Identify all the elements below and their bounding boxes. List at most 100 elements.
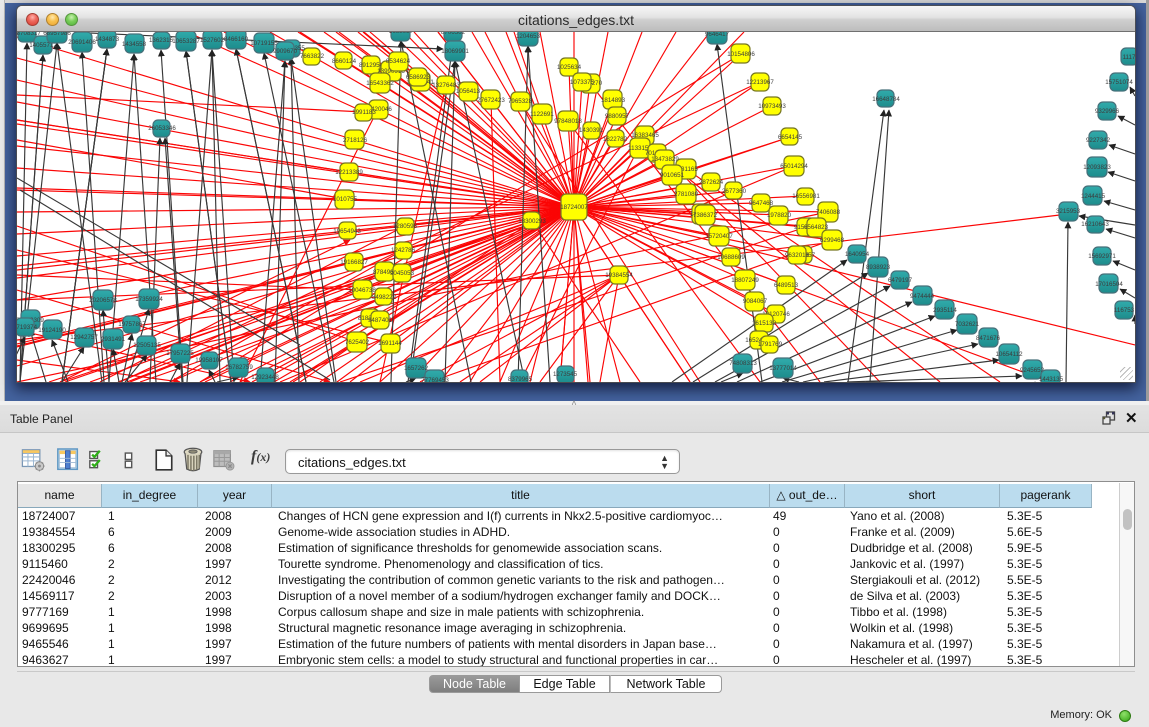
- svg-text:1978820: 1978820: [767, 212, 792, 219]
- svg-text:6299468: 6299468: [820, 237, 845, 244]
- svg-text:6654145: 6654145: [778, 134, 803, 141]
- svg-text:1443135: 1443135: [1039, 376, 1064, 382]
- svg-text:2931491: 2931491: [101, 336, 126, 343]
- svg-text:1814893: 1814893: [601, 97, 626, 104]
- svg-text:1073375: 1073375: [570, 79, 595, 86]
- svg-text:8938923: 8938923: [866, 264, 891, 271]
- svg-text:65014294: 65014294: [780, 163, 808, 170]
- svg-text:1657262: 1657262: [404, 365, 429, 372]
- svg-text:1434558: 1434558: [122, 41, 147, 48]
- svg-text:10654112: 10654112: [995, 351, 1023, 358]
- svg-text:26053346: 26053346: [148, 125, 176, 132]
- svg-text:1691144: 1691144: [378, 340, 402, 347]
- svg-text:1273545: 1273545: [553, 371, 578, 378]
- svg-text:7965328: 7965328: [508, 98, 533, 105]
- svg-text:1117: 1117: [1123, 54, 1135, 61]
- svg-text:12942757: 12942757: [70, 334, 98, 341]
- svg-text:2718126: 2718126: [343, 137, 368, 144]
- svg-text:17359924: 17359924: [135, 296, 163, 303]
- svg-text:9474444: 9474444: [910, 293, 935, 300]
- svg-text:8498222: 8498222: [372, 294, 397, 301]
- svg-text:27672423: 27672423: [477, 97, 505, 104]
- svg-text:18300293: 18300293: [518, 218, 546, 225]
- svg-text:13473829: 13473829: [651, 156, 679, 163]
- svg-text:9084067: 9084067: [743, 298, 768, 305]
- svg-text:9880957: 9880957: [605, 113, 630, 120]
- svg-text:7032621: 7032621: [955, 321, 980, 328]
- svg-text:10973493: 10973493: [758, 103, 786, 110]
- svg-text:9632016: 9632016: [785, 252, 810, 259]
- svg-text:8660124: 8660124: [332, 58, 357, 65]
- svg-text:15751074: 15751074: [1105, 79, 1133, 86]
- svg-text:16556981: 16556981: [792, 193, 820, 200]
- svg-text:19654943: 19654943: [333, 228, 361, 235]
- svg-text:1362316: 1362316: [149, 37, 174, 44]
- svg-text:19124190: 19124190: [38, 327, 66, 334]
- svg-text:8379965: 8379965: [508, 376, 533, 382]
- svg-text:9487401: 9487401: [368, 317, 393, 324]
- svg-text:10653287: 10653287: [172, 38, 200, 45]
- svg-text:1527602: 1527602: [200, 37, 225, 44]
- svg-text:9045053: 9045053: [390, 270, 415, 277]
- svg-text:18069901: 18069901: [441, 48, 469, 55]
- svg-text:18724007: 18724007: [560, 204, 588, 211]
- svg-text:3215953: 3215953: [1056, 208, 1081, 215]
- svg-text:8471676: 8471676: [976, 335, 1001, 342]
- svg-text:7625402: 7625402: [345, 339, 370, 346]
- svg-text:2872624: 2872624: [699, 179, 724, 186]
- svg-text:7663822: 7663822: [300, 53, 325, 60]
- svg-text:74808313: 74808313: [729, 360, 757, 367]
- svg-text:1280598: 1280598: [393, 223, 418, 230]
- svg-text:1242786: 1242786: [391, 247, 416, 254]
- svg-text:18807249: 18807249: [731, 277, 759, 284]
- svg-text:10154806: 10154806: [727, 51, 755, 58]
- svg-text:1025634: 1025634: [557, 64, 582, 71]
- svg-text:2781080: 2781080: [674, 191, 699, 198]
- svg-text:9646417: 9646417: [705, 32, 730, 38]
- svg-text:10719155: 10719155: [250, 40, 278, 47]
- svg-text:9227342: 9227342: [1086, 137, 1111, 144]
- svg-text:17016504: 17016504: [1095, 281, 1123, 288]
- svg-text:17957225: 17957225: [166, 350, 194, 357]
- svg-text:13777014: 13777014: [769, 365, 797, 372]
- svg-text:12213967: 12213967: [746, 79, 774, 86]
- svg-text:8706562: 8706562: [441, 32, 466, 36]
- svg-text:2719374: 2719374: [17, 324, 38, 331]
- svg-text:16648784: 16648784: [872, 96, 900, 103]
- svg-text:6489513: 6489513: [774, 282, 799, 289]
- svg-text:77769453: 77769453: [421, 377, 449, 382]
- svg-text:1640954: 1640954: [845, 251, 870, 258]
- svg-text:9329966: 9329966: [1095, 108, 1120, 115]
- svg-text:9010651: 9010651: [660, 172, 685, 179]
- svg-text:1204653: 1204653: [516, 33, 541, 40]
- svg-text:9647468: 9647468: [749, 200, 774, 207]
- svg-text:97848018: 97848018: [554, 118, 582, 125]
- svg-text:6586923: 6586923: [406, 74, 431, 81]
- svg-text:19166827: 19166827: [340, 259, 368, 266]
- svg-text:1791769: 1791769: [758, 341, 783, 348]
- svg-text:20691406: 20691406: [68, 39, 96, 46]
- svg-text:19958107: 19958107: [195, 357, 223, 364]
- svg-text:1056413: 1056413: [456, 88, 481, 95]
- svg-text:8688937: 8688937: [389, 32, 414, 35]
- svg-text:1122691: 1122691: [530, 111, 554, 118]
- svg-text:7406088: 7406088: [816, 209, 841, 216]
- svg-text:1991183: 1991183: [352, 109, 376, 116]
- svg-text:12505135: 12505135: [133, 342, 161, 349]
- svg-text:2677360: 2677360: [722, 188, 747, 195]
- svg-text:16782759: 16782759: [225, 364, 253, 371]
- svg-text:19384554: 19384554: [605, 272, 633, 279]
- svg-text:12093823: 12093823: [1083, 164, 1111, 171]
- svg-text:20206578: 20206578: [89, 297, 117, 304]
- svg-text:6479197: 6479197: [888, 277, 913, 284]
- svg-text:2935114: 2935114: [933, 307, 957, 314]
- svg-text:8534624: 8534624: [386, 58, 411, 65]
- svg-text:12923448: 12923448: [251, 374, 279, 381]
- svg-text:1434873: 1434873: [95, 36, 120, 43]
- svg-text:15720407: 15720407: [705, 233, 733, 240]
- svg-text:16543362: 16543362: [366, 80, 394, 87]
- svg-text:10046738: 10046738: [348, 287, 376, 294]
- svg-text:16210643: 16210643: [1081, 221, 1109, 228]
- svg-text:1615132: 1615132: [752, 320, 777, 327]
- svg-text:8466160: 8466160: [224, 36, 249, 43]
